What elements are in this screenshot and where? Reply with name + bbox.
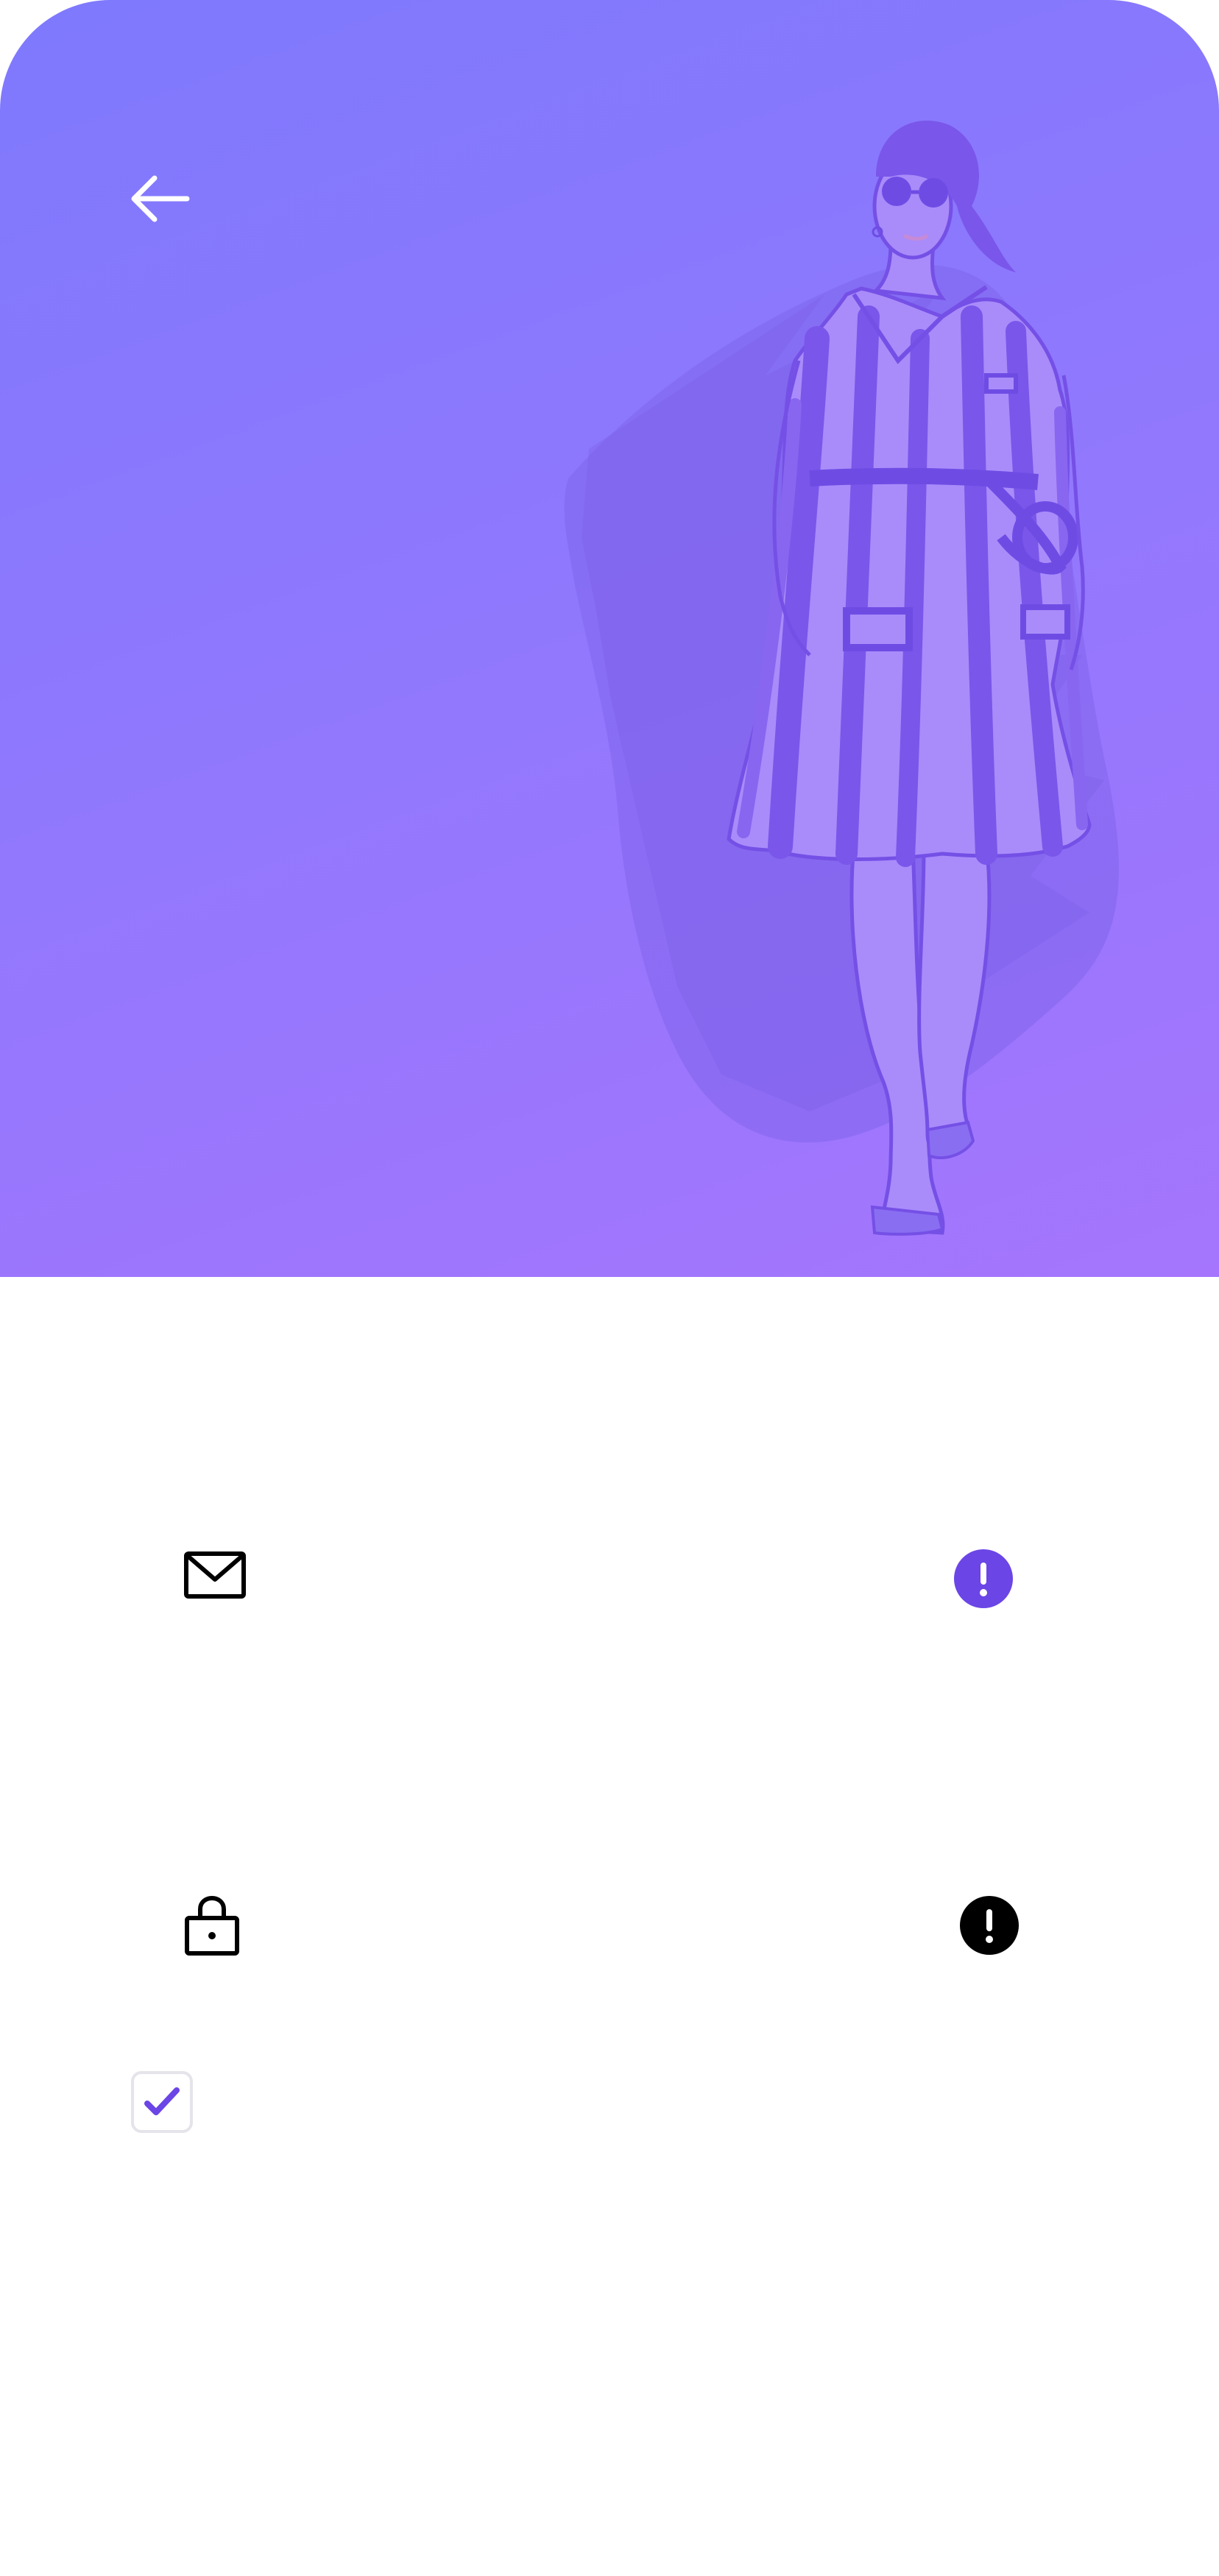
alert-circle-icon [986, 1909, 993, 1943]
mail-icon [184, 1551, 246, 1599]
password-field[interactable] [125, 1847, 1094, 2002]
login-screen [0, 0, 1219, 2576]
email-field[interactable] [125, 1501, 1094, 1656]
remember-me-checkbox[interactable] [131, 2071, 193, 2133]
hero-banner [0, 0, 1219, 1277]
alert-circle-icon [980, 1563, 987, 1596]
checkmark-icon [144, 2087, 180, 2115]
password-error-indicator [960, 1896, 1019, 1955]
arrow-left-icon [131, 175, 190, 222]
back-button[interactable] [125, 169, 199, 228]
fashion-model-illustration [564, 120, 1119, 1236]
email-error-indicator [954, 1549, 1013, 1608]
lock-icon [185, 1896, 239, 1956]
